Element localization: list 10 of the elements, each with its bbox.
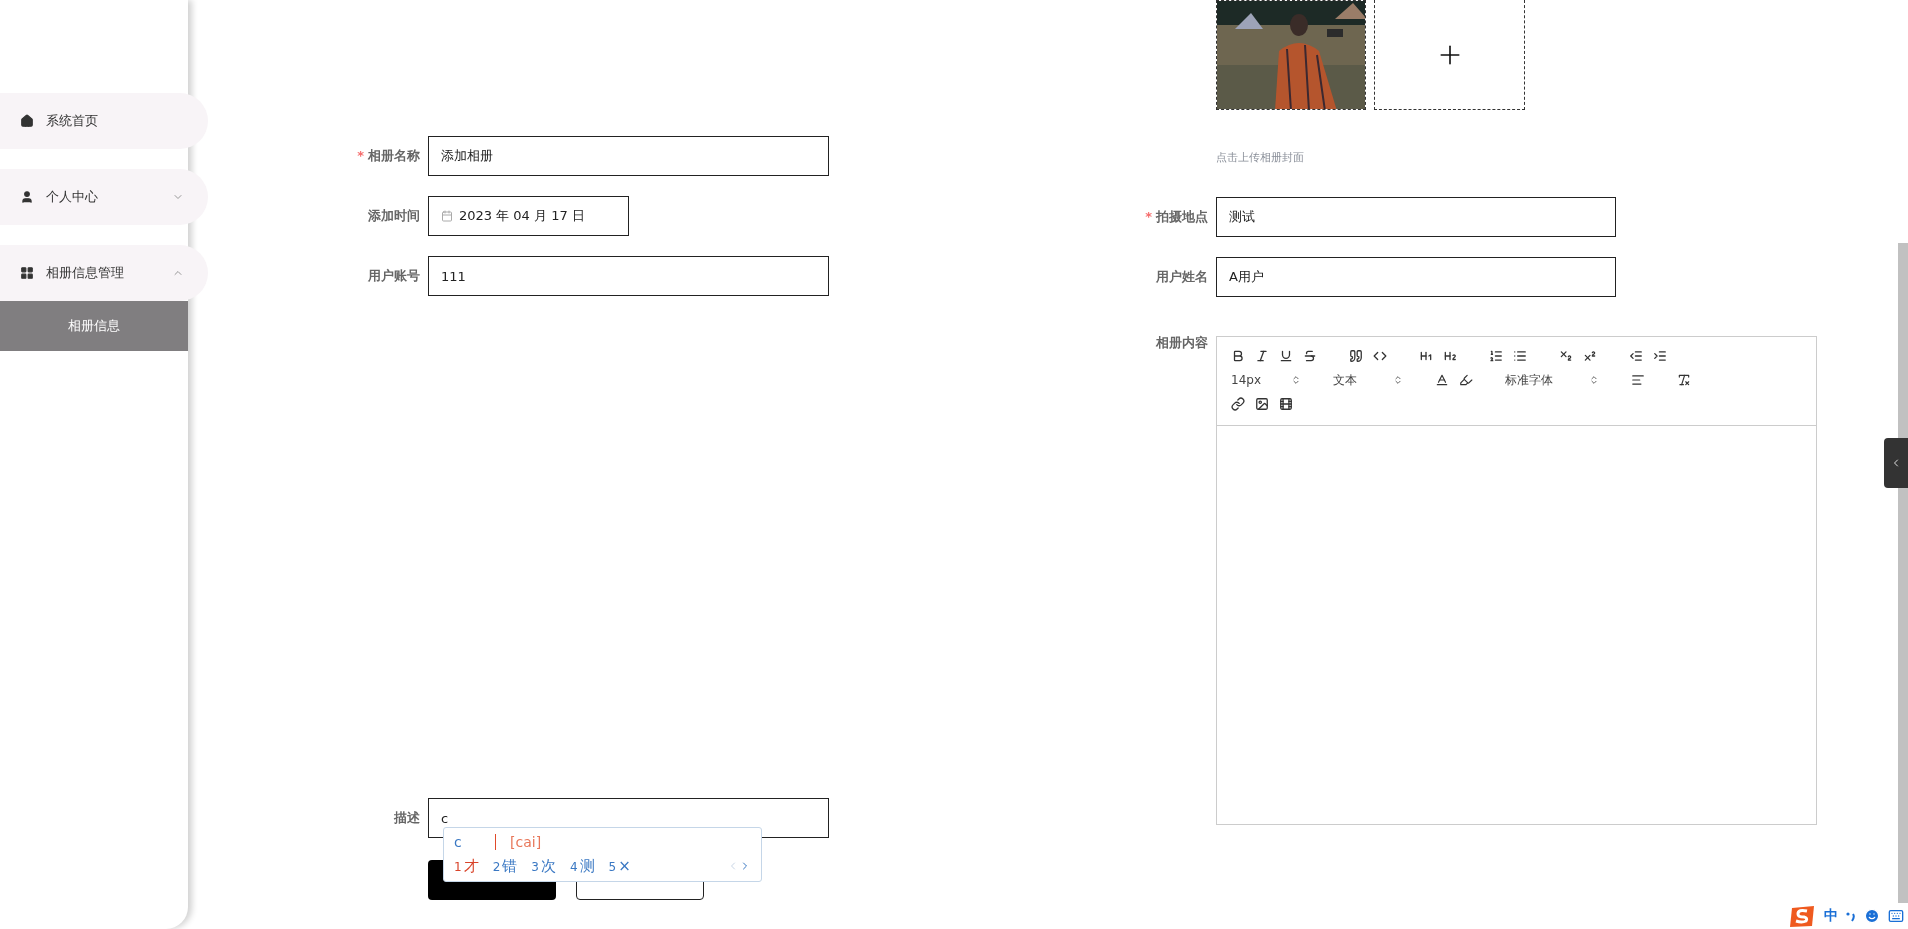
field-label: 拍摄地点: [1156, 209, 1208, 224]
field-label: 相册名称: [368, 148, 420, 163]
field-label: 描述: [393, 809, 420, 827]
required-mark: *: [357, 148, 364, 163]
field-label: 相册内容: [1155, 334, 1208, 352]
required-mark: *: [1145, 209, 1152, 224]
upload-hint: 点击上传相册封面: [1215, 150, 1305, 165]
field-label: 添加时间: [368, 208, 420, 223]
field-label: 用户账号: [368, 268, 420, 283]
field-label: 用户姓名: [1156, 269, 1208, 284]
